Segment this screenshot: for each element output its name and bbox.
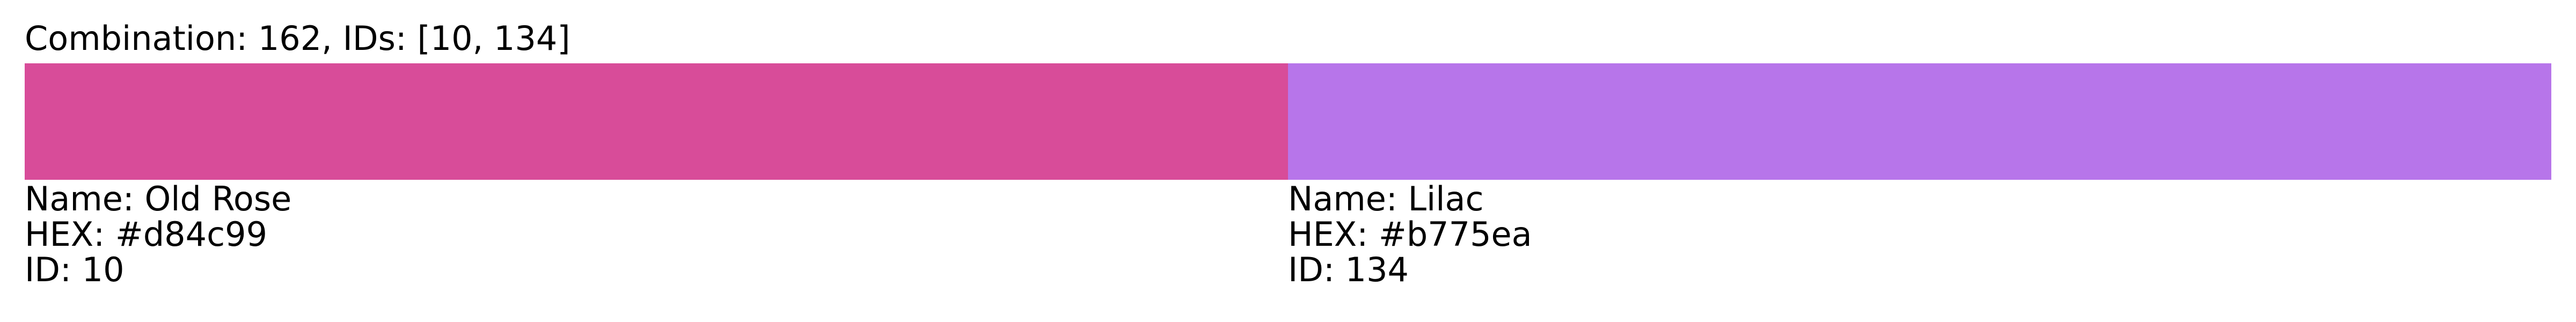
color-id-label: ID: 134 (1288, 250, 1409, 289)
combination-title: Combination: 162, IDs: [10, 134] (25, 19, 570, 58)
color-name-label: Name: Lilac (1288, 179, 1484, 218)
swatch-row (25, 63, 2551, 180)
palette-figure: Combination: 162, IDs: [10, 134] Name: O… (0, 0, 2576, 322)
color-id-label: ID: 10 (25, 250, 125, 289)
swatch-old-rose (25, 63, 1288, 180)
caption-old-rose: Name: Old Rose HEX: #d84c99 ID: 10 (25, 181, 1288, 288)
color-captions: Name: Old Rose HEX: #d84c99 ID: 10 Name:… (25, 181, 2551, 288)
color-name-label: Name: Old Rose (25, 179, 292, 218)
caption-lilac: Name: Lilac HEX: #b775ea ID: 134 (1288, 181, 2551, 288)
color-hex-label: HEX: #b775ea (1288, 215, 1532, 254)
swatch-lilac (1288, 63, 2551, 180)
color-hex-label: HEX: #d84c99 (25, 215, 268, 254)
